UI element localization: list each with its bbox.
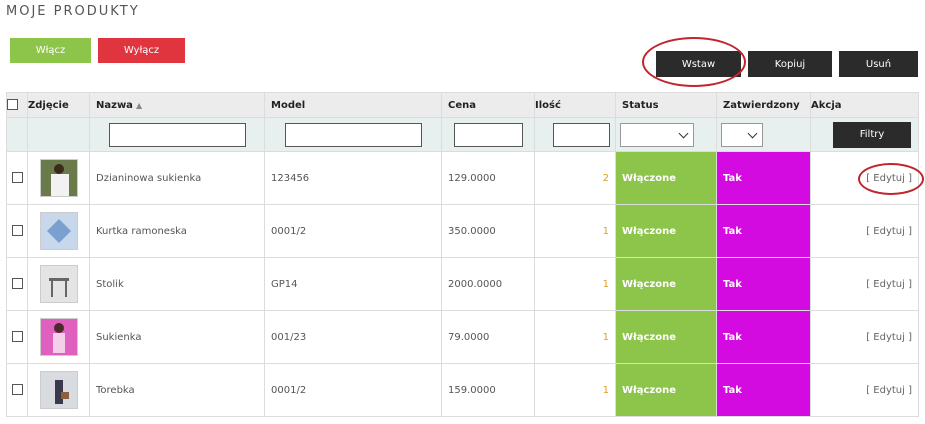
edit-link[interactable]: [ Edytuj ] [810,363,919,417]
product-thumbnail[interactable] [39,371,78,409]
header-approved: Zatwierdzony [716,92,811,118]
row-checkbox[interactable] [11,225,23,237]
approved-filter-select[interactable] [721,122,763,147]
jacket-photo-image [40,213,77,249]
products-table: Zdjęcie Nazwa ▲ Model Cena Ilość Status Z… [6,92,919,417]
insert-button[interactable]: Wstaw [656,51,741,77]
product-price: 2000.0000 [441,257,535,311]
header-photo: Zdjęcie [27,92,90,118]
header-name-label: Nazwa [96,99,133,111]
table-photo-image [40,266,77,302]
filter-button[interactable]: Filtry [833,121,911,148]
model-filter-input[interactable] [284,122,422,147]
select-all-cell [6,92,28,118]
status-badge[interactable]: Włączone [615,363,717,417]
header-model: Model [264,92,442,118]
product-model: GP14 [264,257,442,311]
row-checkbox[interactable] [11,172,23,184]
product-model: 0001/2 [264,204,442,258]
chevron-down-icon [747,128,758,138]
product-qty: 1 [534,363,616,417]
qty-filter-input[interactable] [553,122,610,147]
header-status: Status [615,92,717,118]
product-qty: 1 [534,204,616,258]
product-thumbnail[interactable] [39,159,78,197]
header-row: Zdjęcie Nazwa ▲ Model Cena Ilość Status Z… [6,92,919,118]
product-model: 123456 [264,151,442,205]
chevron-down-icon [678,128,689,138]
product-price: 129.0000 [441,151,535,205]
pink-dress-photo-image [40,319,77,355]
row-checkbox[interactable] [11,384,23,396]
status-badge[interactable]: Włączone [615,204,717,258]
row-checkbox[interactable] [11,278,23,290]
enable-button[interactable]: Włącz [10,38,91,63]
dress-photo-image [40,160,77,196]
product-name: Torebka [89,363,265,417]
product-name: Sukienka [89,310,265,364]
product-qty: 1 [534,310,616,364]
product-name: Dzianinowa sukienka [89,151,265,205]
header-name[interactable]: Nazwa ▲ [89,92,265,118]
product-thumbnail[interactable] [39,318,78,356]
product-price: 350.0000 [441,204,535,258]
product-model: 0001/2 [264,363,442,417]
product-qty: 1 [534,257,616,311]
approved-badge: Tak [716,151,811,205]
select-all-checkbox[interactable] [7,99,18,111]
product-name: Kurtka ramoneska [89,204,265,258]
handbag-photo-image [40,372,77,408]
disable-button[interactable]: Wyłącz [98,38,185,63]
table-row: Sukienka 001/23 79.0000 1 Włączone Tak[ Edytu… [6,310,919,364]
edit-link[interactable]: [ Edytuj ] [810,151,919,205]
approved-badge: Tak [716,363,811,417]
header-action: Akcja [810,92,919,118]
status-badge[interactable]: Włączone [615,310,717,364]
table-row: Dzianinowa sukienka 123456 129.0000 2 Włączo… [6,151,919,205]
approved-badge: Tak [716,257,811,311]
status-filter-select[interactable] [620,122,694,147]
edit-link[interactable]: [ Edytuj ] [810,204,919,258]
product-price: 159.0000 [441,363,535,417]
approved-badge: Tak [716,204,811,258]
table-row: Stolik GP14 2000.0000 1 Włączone Tak[ Edytuj … [6,257,919,311]
header-qty: Ilość [534,92,616,118]
table-row: Torebka 0001/2 159.0000 1 Włączone Tak[ Edytu… [6,363,919,417]
product-qty: 2 [534,151,616,205]
product-thumbnail[interactable] [39,212,78,250]
status-badge[interactable]: Włączone [615,257,717,311]
approved-badge: Tak [716,310,811,364]
product-price: 79.0000 [441,310,535,364]
name-filter-input[interactable] [108,122,246,147]
filter-row: Filtry [6,117,919,152]
edit-link[interactable]: [ Edytuj ] [810,310,919,364]
copy-button[interactable]: Kopiuj [748,51,832,77]
product-model: 001/23 [264,310,442,364]
table-row: Kurtka ramoneska 0001/2 350.0000 1 Włączone T… [6,204,919,258]
row-checkbox[interactable] [11,331,23,343]
delete-button[interactable]: Usuń [839,51,918,77]
product-name: Stolik [89,257,265,311]
status-badge[interactable]: Włączone [615,151,717,205]
sort-asc-icon: ▲ [135,100,143,110]
price-filter-input[interactable] [453,122,523,147]
product-thumbnail[interactable] [39,265,78,303]
edit-link[interactable]: [ Edytuj ] [810,257,919,311]
page-title: MOJE PRODUKTY [6,4,140,19]
header-price: Cena [441,92,535,118]
